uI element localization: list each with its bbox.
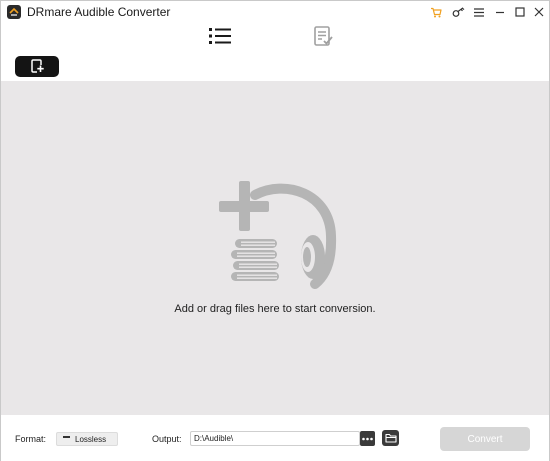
- folder-icon: [384, 433, 397, 443]
- add-audiobook-icon: [219, 181, 337, 289]
- add-files-icon: [31, 59, 44, 73]
- list-icon: [209, 28, 231, 44]
- app-title: DRmare Audible Converter: [27, 5, 171, 19]
- output-label: Output:: [152, 434, 182, 444]
- maximize-icon[interactable]: [512, 4, 528, 20]
- bottom-bar: Format: Lossless Output: Convert: [1, 415, 549, 461]
- tab-converting-list[interactable]: [207, 23, 233, 49]
- browse-output-button[interactable]: [360, 431, 375, 446]
- menu-icon[interactable]: [471, 4, 487, 20]
- key-icon[interactable]: [450, 4, 466, 20]
- app-logo-icon: [7, 5, 21, 19]
- format-icon: [63, 436, 70, 438]
- more-icon: [362, 437, 373, 440]
- title-bar: DRmare Audible Converter: [1, 1, 549, 23]
- format-label: Format:: [15, 434, 47, 444]
- add-files-button[interactable]: [15, 56, 59, 77]
- minimize-icon[interactable]: [492, 4, 508, 20]
- app-window: DRmare Audible Converter Add or drag fil…: [0, 0, 550, 461]
- close-icon[interactable]: [531, 4, 547, 20]
- tab-converted-history[interactable]: [310, 23, 336, 49]
- drop-zone[interactable]: Add or drag files here to start conversi…: [1, 81, 549, 415]
- format-selector[interactable]: Lossless: [56, 432, 118, 446]
- drop-hint-text: Add or drag files here to start conversi…: [174, 303, 376, 315]
- open-output-folder-button[interactable]: [382, 430, 399, 446]
- convert-button[interactable]: Convert: [440, 427, 530, 451]
- converted-history-icon: [314, 26, 333, 46]
- cart-icon[interactable]: [428, 4, 444, 20]
- output-path-field[interactable]: [190, 431, 360, 446]
- format-value: Lossless: [75, 435, 107, 444]
- output-path-input[interactable]: [191, 432, 359, 445]
